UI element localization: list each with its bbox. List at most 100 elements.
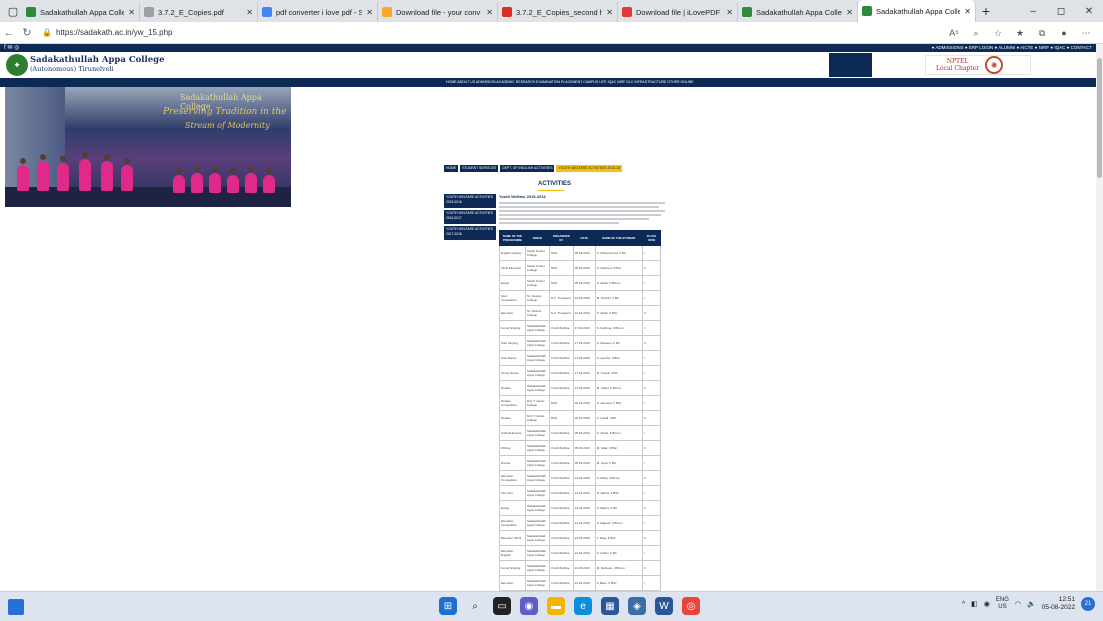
cell-programme: Elocution [499,575,526,591]
new-tab-button[interactable]: + [976,3,996,19]
college-name-block[interactable]: Sadakathullah Appa College (Autonomous) … [30,55,165,73]
col-header-student: NAME OF THE STUDENT [594,230,644,246]
language-indicator[interactable]: ENG US [996,597,1009,611]
cell-place: I [642,515,661,531]
cell-programme: Group Singing [499,560,526,576]
refresh-icon[interactable]: ↻ [18,26,36,39]
cell-organised-by: NSS [548,245,574,261]
volume-icon[interactable]: 🔈 [1027,600,1036,608]
social-icons[interactable]: f ✉ ◎ [4,44,19,52]
cell-venue: Sadakathullah Appa College [524,575,550,591]
page-scrollbar[interactable] [1096,44,1103,591]
search-icon[interactable]: ⌕ [466,597,484,615]
close-window-button[interactable]: ✕ [1075,0,1103,22]
browser-tab[interactable]: Sadakathullah Appa Colle ✕ [22,2,140,22]
clock[interactable]: 12:51 05-08-2022 [1042,596,1075,612]
store-icon[interactable]: ▦ [601,597,619,615]
browser-tab[interactable]: Download file - your conv ✕ [378,2,498,22]
more-options-icon[interactable]: ⋯ [1075,28,1097,39]
cell-student: N. Salma, II BSc [594,485,644,501]
cell-date: 05.02.2016 [572,455,596,471]
chat-icon[interactable]: ◉ [520,597,538,615]
app-icon[interactable]: ◈ [628,597,646,615]
col-header-programme: NAME OF THE PROGRAMME [499,230,526,246]
table-row: Quiz Competition St. Xaviers College N.C. … [499,290,661,306]
tray-app-icon[interactable]: ◧ [971,600,978,608]
cell-student: S. Hameed, II BSc [594,395,644,411]
cell-programme: Elocution English [499,545,526,561]
college-logo-icon[interactable]: ✦ [6,54,28,76]
cell-date: 21.02.2016 [572,530,596,546]
cell-programme: Solo Singing [499,335,526,351]
browser-tab[interactable]: Download file | iLovePDF ✕ [618,2,738,22]
minimize-button[interactable]: – [1019,0,1047,22]
collections-icon[interactable]: ⧉ [1031,28,1053,39]
cell-student: S. Ayesha, II BSc [594,350,644,366]
side-menu-item[interactable]: YOUTH WELFARE ACTIVITIES 2017-2018 [444,226,496,240]
tab-close-icon[interactable]: ✕ [846,8,853,17]
tray-overflow-icon[interactable]: ^ [962,601,965,608]
cell-place: II [642,560,661,576]
cell-place: I [642,350,661,366]
tab-favicon-icon [862,6,872,16]
main-menu-items[interactable]: HOME ABOUT US ADMISSION ACADEMIC RESEARC… [446,78,694,87]
chrome-icon[interactable]: ◎ [682,597,700,615]
browser-tab[interactable]: pdf converter i love pdf - S ✕ [258,2,378,22]
tab-close-icon[interactable]: ✕ [964,7,971,16]
cell-date: 14.02.2016 [572,500,596,516]
edge-icon[interactable]: e [574,597,592,615]
side-menu-item[interactable]: YOUTH WELFARE ACTIVITIES 2015-2016 [444,194,496,208]
maximize-button[interactable]: ◻ [1047,0,1075,22]
tab-close-icon[interactable]: ✕ [486,8,493,17]
breadcrumb-item[interactable]: HOME [444,165,459,172]
breadcrumb-item[interactable]: DEPT. OF ENGLISH ACTIVITIES [500,165,555,172]
tab-favicon-icon [622,7,632,17]
zoom-icon[interactable]: ⌕ [965,28,987,39]
tab-actions-icon[interactable]: ▢ [4,2,22,20]
cell-student: S. Ahamed, II BSc [594,260,644,276]
clock-time: 12:51 [1058,596,1075,603]
tab-close-icon[interactable]: ✕ [606,8,613,17]
browser-tab[interactable]: 3.7.2_E_Copies.pdf ✕ [140,2,258,22]
favorite-add-icon[interactable]: ☆ [987,28,1009,39]
table-row: Writing Sadakathullah Appa College Youth W… [499,440,661,456]
cell-place: II [642,410,661,426]
breadcrumb-item[interactable]: YOUTH WELFARE ACTIVITIES 2015-16 [556,165,623,172]
tab-close-icon[interactable]: ✕ [366,8,373,17]
back-icon[interactable]: ← [0,27,18,39]
cell-date: 21.02.2016 [572,575,596,591]
tab-close-icon[interactable]: ✕ [128,8,135,17]
breadcrumb-item[interactable]: STUDENT SERVICES [460,165,499,172]
top-quick-links[interactable]: ● ADMISSIONS ● ERP LOGIN ● ALUMNI ● AICT… [932,44,1092,52]
side-menu-item[interactable]: YOUTH WELFARE ACTIVITIES 2016-2017 [444,210,496,224]
word-icon[interactable]: W [655,597,673,615]
table-row: Debate Competition M.D.T. Hindu College NS… [499,395,661,411]
file-explorer-icon[interactable]: ▬ [547,597,565,615]
cell-student: M. Kader, II BCom [594,380,644,396]
url-text[interactable]: https://sadakath.ac.in/yw_15.php [56,28,173,37]
lang-bottom: US [998,604,1007,610]
cell-venue: Sadakathullah Appa College [524,545,550,561]
cell-organised-by: Youth Welfare [548,470,574,486]
start-icon[interactable]: ⊞ [439,597,457,615]
read-aloud-icon[interactable]: A⁵ [943,28,965,38]
tab-close-icon[interactable]: ✕ [726,8,733,17]
tray-network-icon[interactable]: ◉ [984,600,990,608]
browser-tab[interactable]: 3.7.2_E_Copies_second ha ✕ [498,2,618,22]
url-field[interactable]: 🔒 https://sadakath.ac.in/yw_15.php [42,28,173,37]
cell-organised-by: Youth Welfare [548,530,574,546]
scrollbar-thumb[interactable] [1097,58,1102,178]
cell-programme: Fine Arts [499,485,526,501]
widgets-icon[interactable] [8,599,24,615]
task-view-icon[interactable]: ▭ [493,597,511,615]
cell-place: I [642,245,661,261]
profile-icon[interactable]: ● [1053,28,1075,38]
browser-tab[interactable]: Sadakathullah Appa Colle ✕ [858,0,976,22]
favorites-icon[interactable]: ★ [1009,28,1031,39]
browser-tab[interactable]: Sadakathullah Appa Colle ✕ [738,2,858,22]
wifi-icon[interactable]: ◠ [1015,600,1021,608]
nptel-local-chapter-logo[interactable]: NPTEL Local Chapter ✺ [925,55,1031,75]
notification-badge[interactable]: 21 [1081,597,1095,611]
tab-close-icon[interactable]: ✕ [246,8,253,17]
col-header-organised-by: ORGANISED BY [548,230,574,246]
